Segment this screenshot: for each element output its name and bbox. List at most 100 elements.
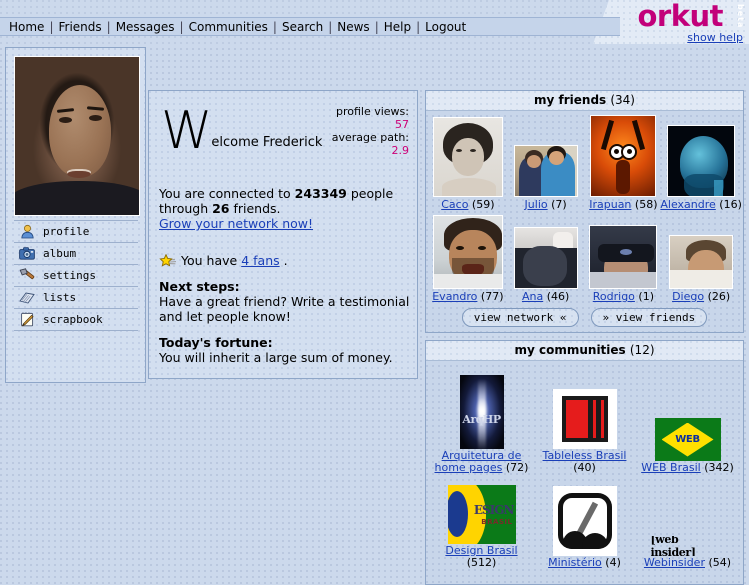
average-path-value: 2.9 [391, 144, 410, 157]
friend-cell[interactable]: Rodrigo (1) [585, 215, 663, 303]
friend-name[interactable]: Irapuan [589, 198, 631, 211]
nav-item-messages[interactable]: Messages [116, 20, 175, 34]
friend-cell[interactable]: Irapuan (58) [585, 115, 663, 211]
community-cell[interactable]: Tableless Brasil (40) [533, 363, 636, 474]
community-count: (72) [505, 461, 529, 474]
community-name[interactable]: Webinsider [644, 556, 705, 569]
friend-count: (46) [546, 290, 570, 303]
community-count: (4) [605, 556, 621, 569]
friends-title: my friends [534, 93, 607, 107]
sidebar-label-lists: lists [43, 291, 77, 304]
community-cell[interactable]: ArqHP Arquitetura de home pages (72) [430, 363, 533, 474]
avatar-art [668, 126, 735, 196]
photo-eye-right [89, 115, 102, 121]
community-thumbnail[interactable] [552, 389, 617, 449]
friend-cell[interactable]: Evandro (77) [429, 215, 507, 303]
beta-badge: beta [736, 4, 745, 29]
sidebar-item-lists[interactable]: lists [14, 287, 138, 309]
community-cell[interactable]: WEB WEB Brasil (342) [636, 363, 739, 474]
profile-stats: profile views: 57 average path: 2.9 [332, 105, 409, 157]
nav-item-news[interactable]: News [337, 20, 369, 34]
page-body: profile album settings lists scrapbook p… [0, 44, 749, 585]
nav-item-help[interactable]: Help [384, 20, 411, 34]
community-thumbnail[interactable]: ArqHP [459, 375, 504, 449]
friend-name[interactable]: Rodrigo [593, 290, 635, 303]
friend-avatar[interactable] [432, 117, 503, 197]
view-network-button[interactable]: view network « [461, 308, 579, 327]
friend-avatar[interactable] [513, 227, 578, 289]
nav-item-home[interactable]: Home [9, 20, 44, 34]
friend-name[interactable]: Alexandre [660, 198, 715, 211]
sidebar-item-album[interactable]: album [14, 243, 138, 265]
friends-row-2: Evandro (77) Ana (46) Rodrigo (1) Diego … [426, 211, 743, 303]
community-thumbnail[interactable]: ESIGN BRASIL [447, 485, 516, 544]
fans-link[interactable]: 4 fans [241, 253, 279, 268]
friend-name[interactable]: Caco [441, 198, 468, 211]
photo-face [49, 85, 111, 177]
notepad-pencil-icon [14, 310, 40, 330]
sidebar-item-scrapbook[interactable]: scrapbook [14, 309, 138, 331]
community-caption: Ministério (4) [548, 557, 621, 569]
profile-views-value: 57 [395, 118, 409, 131]
sidebar-item-settings[interactable]: settings [14, 265, 138, 287]
community-cell[interactable]: ESIGN BRASIL Design Brasil (512) [430, 476, 533, 569]
friend-caption: Rodrigo (1) [593, 290, 654, 303]
grow-network-link[interactable]: Grow your network now! [159, 216, 313, 231]
sidebar-item-profile[interactable]: profile [14, 221, 138, 243]
nav-item-logout[interactable]: Logout [425, 20, 466, 34]
friend-avatar[interactable] [590, 115, 657, 197]
friend-avatar[interactable] [432, 215, 503, 289]
fortune-body: You will inherit a large sum of money. [159, 350, 393, 365]
community-name[interactable]: WEB Brasil [641, 461, 701, 474]
nav-item-communities[interactable]: Communities [189, 20, 268, 34]
photo-eye-left [59, 117, 72, 123]
nav-item-search[interactable]: Search [282, 20, 323, 34]
friend-avatar[interactable] [667, 125, 736, 197]
community-caption: Webinsider (54) [644, 557, 731, 569]
my-communities-panel: my communities (12) ArqHP Arquitetura de… [425, 340, 744, 585]
profile-card: profile album settings lists scrapbook [5, 47, 146, 383]
friend-avatar[interactable] [513, 145, 578, 197]
avatar-art [591, 116, 656, 196]
community-logo-text: [web insider] [650, 536, 696, 556]
sidebar-label-scrapbook: scrapbook [43, 313, 103, 326]
orkut-logo: orkut [637, 0, 723, 33]
friend-cell[interactable]: Caco (59) [429, 115, 507, 211]
nav-separator: | [179, 19, 184, 34]
friend-name[interactable]: Ana [522, 290, 543, 303]
friend-avatar[interactable] [669, 235, 734, 289]
show-help-link[interactable]: show help [687, 31, 743, 44]
friend-cell[interactable]: Alexandre (16) [660, 115, 742, 211]
connected-prefix: You are connected to [159, 186, 295, 201]
friends-count: (34) [610, 93, 635, 107]
friend-cell[interactable]: Ana (46) [507, 215, 585, 303]
friend-avatar[interactable] [589, 225, 658, 289]
community-thumbnail[interactable]: WEB [654, 418, 721, 461]
community-art: ArqHP [459, 375, 504, 449]
welcome-greeting: W elcome Frederick [161, 105, 322, 157]
friend-name[interactable]: Diego [672, 290, 704, 303]
friend-cell[interactable]: Diego (26) [662, 215, 740, 303]
community-cell[interactable]: [web insider] Webinsider (54) [636, 476, 739, 569]
connected-people-count: 243349 [294, 186, 347, 201]
community-thumbnail[interactable]: [web insider] [651, 536, 725, 556]
community-name[interactable]: Ministério [548, 556, 602, 569]
avatar-art [514, 146, 577, 196]
community-count: (54) [708, 556, 732, 569]
connected-suffix: friends. [229, 201, 281, 216]
friends-row-1: Caco (59) Julio (7) Irapuan (58) Alexand… [426, 111, 743, 211]
community-cell[interactable]: Ministério (4) [533, 476, 636, 569]
nav-item-friends[interactable]: Friends [58, 20, 101, 34]
friend-name[interactable]: Julio [525, 198, 548, 211]
view-friends-button[interactable]: » view friends [590, 308, 708, 327]
community-logo-text: WEB [675, 434, 700, 445]
sidebar-menu: profile album settings lists scrapbook [14, 220, 138, 331]
fans-prefix: You have [181, 253, 238, 268]
profile-photo[interactable] [14, 56, 140, 216]
friend-cell[interactable]: Julio (7) [507, 115, 585, 211]
friend-name[interactable]: Evandro [432, 290, 477, 303]
friend-count: (1) [638, 290, 654, 303]
